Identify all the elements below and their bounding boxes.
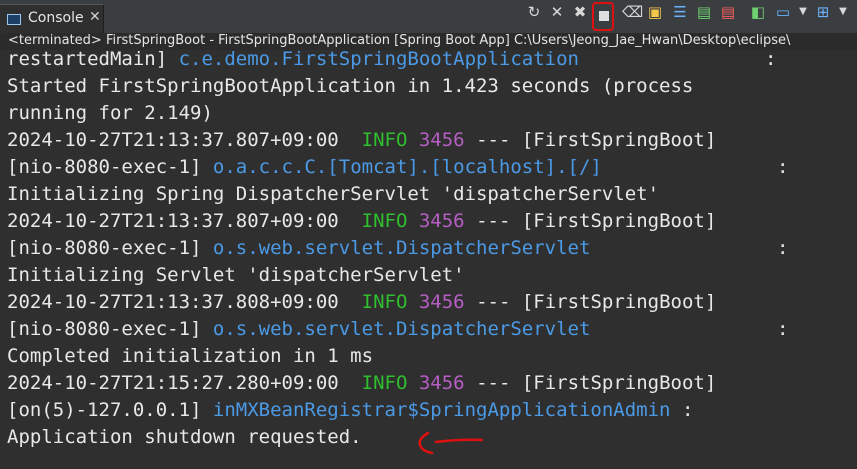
separator-colon: : [777, 318, 789, 340]
console-line: 2024-10-27T21:13:37.807+09:00 INFO 3456 … [7, 129, 717, 151]
launch-status-text: <terminated> FirstSpringBoot - FirstSpri… [8, 33, 791, 48]
separator-colon: : [765, 50, 777, 70]
console-line: [on(5)-127.0.0.1] inMXBeanRegistrar$Spri… [7, 399, 694, 421]
pin-console-icon[interactable]: ◧ [749, 3, 767, 21]
close-icon[interactable]: ✕ [89, 9, 101, 25]
chevron-down-icon[interactable]: ▼ [834, 3, 852, 21]
console-line: 2024-10-27T21:13:37.807+09:00 INFO 3456 … [7, 210, 717, 232]
console-line: restartedMain] c.e.demo.FirstSpringBootA… [7, 50, 579, 70]
console-line: Started FirstSpringBootApplication in 1.… [7, 75, 694, 97]
remove-launch-icon[interactable]: ✕ [548, 3, 566, 21]
terminate-icon[interactable] [599, 11, 609, 21]
show-stdout-icon[interactable]: ▤ [695, 3, 713, 21]
console-line: Application shutdown requested. [7, 426, 362, 448]
scroll-lock-icon[interactable]: ▣ [646, 3, 664, 21]
console-line: [nio-8080-exec-1] o.s.web.servlet.Dispat… [7, 237, 591, 259]
launch-status-bar: <terminated> FirstSpringBoot - FirstSpri… [0, 33, 857, 50]
word-wrap-icon[interactable]: ☰ [671, 3, 689, 21]
console-line: [nio-8080-exec-1] o.s.web.servlet.Dispat… [7, 318, 591, 340]
clear-console-icon[interactable]: ⌫ [622, 3, 643, 21]
view-tab-bar: Console ✕ ↻ ✕ ✖ ⌫ ▣ ☰ ▤ ▤ ◧ ▭ ▼ ⊞ ▼ [0, 0, 857, 34]
show-stderr-icon[interactable]: ▤ [719, 3, 737, 21]
console-line: Completed initialization in 1 ms [7, 345, 374, 367]
remove-all-icon[interactable]: ✖ [571, 3, 589, 21]
separator-colon: : [777, 237, 789, 259]
console-line: Initializing Servlet 'dispatcherServlet' [7, 264, 465, 286]
refresh-icon[interactable]: ↻ [525, 3, 543, 21]
tab-console-label: Console [28, 10, 84, 26]
console-icon [7, 14, 21, 25]
console-line: [nio-8080-exec-1] o.a.c.c.C.[Tomcat].[lo… [7, 156, 602, 178]
console-line: running for 2.149) [7, 102, 213, 124]
chevron-down-icon[interactable]: ▼ [794, 3, 812, 21]
separator-colon: : [777, 156, 789, 178]
console-line: 2024-10-27T21:15:27.280+09:00 INFO 3456 … [7, 372, 717, 394]
new-console-icon[interactable]: ⊞ [814, 3, 832, 21]
tab-console[interactable]: Console ✕ [0, 4, 104, 34]
console-output[interactable]: restartedMain] c.e.demo.FirstSpringBootA… [0, 50, 857, 469]
console-line: Initializing Spring DispatcherServlet 'd… [7, 183, 660, 205]
display-console-icon[interactable]: ▭ [774, 3, 792, 21]
hand-drawn-arrow-annotation [418, 431, 484, 455]
console-line: 2024-10-27T21:13:37.808+09:00 INFO 3456 … [7, 291, 717, 313]
